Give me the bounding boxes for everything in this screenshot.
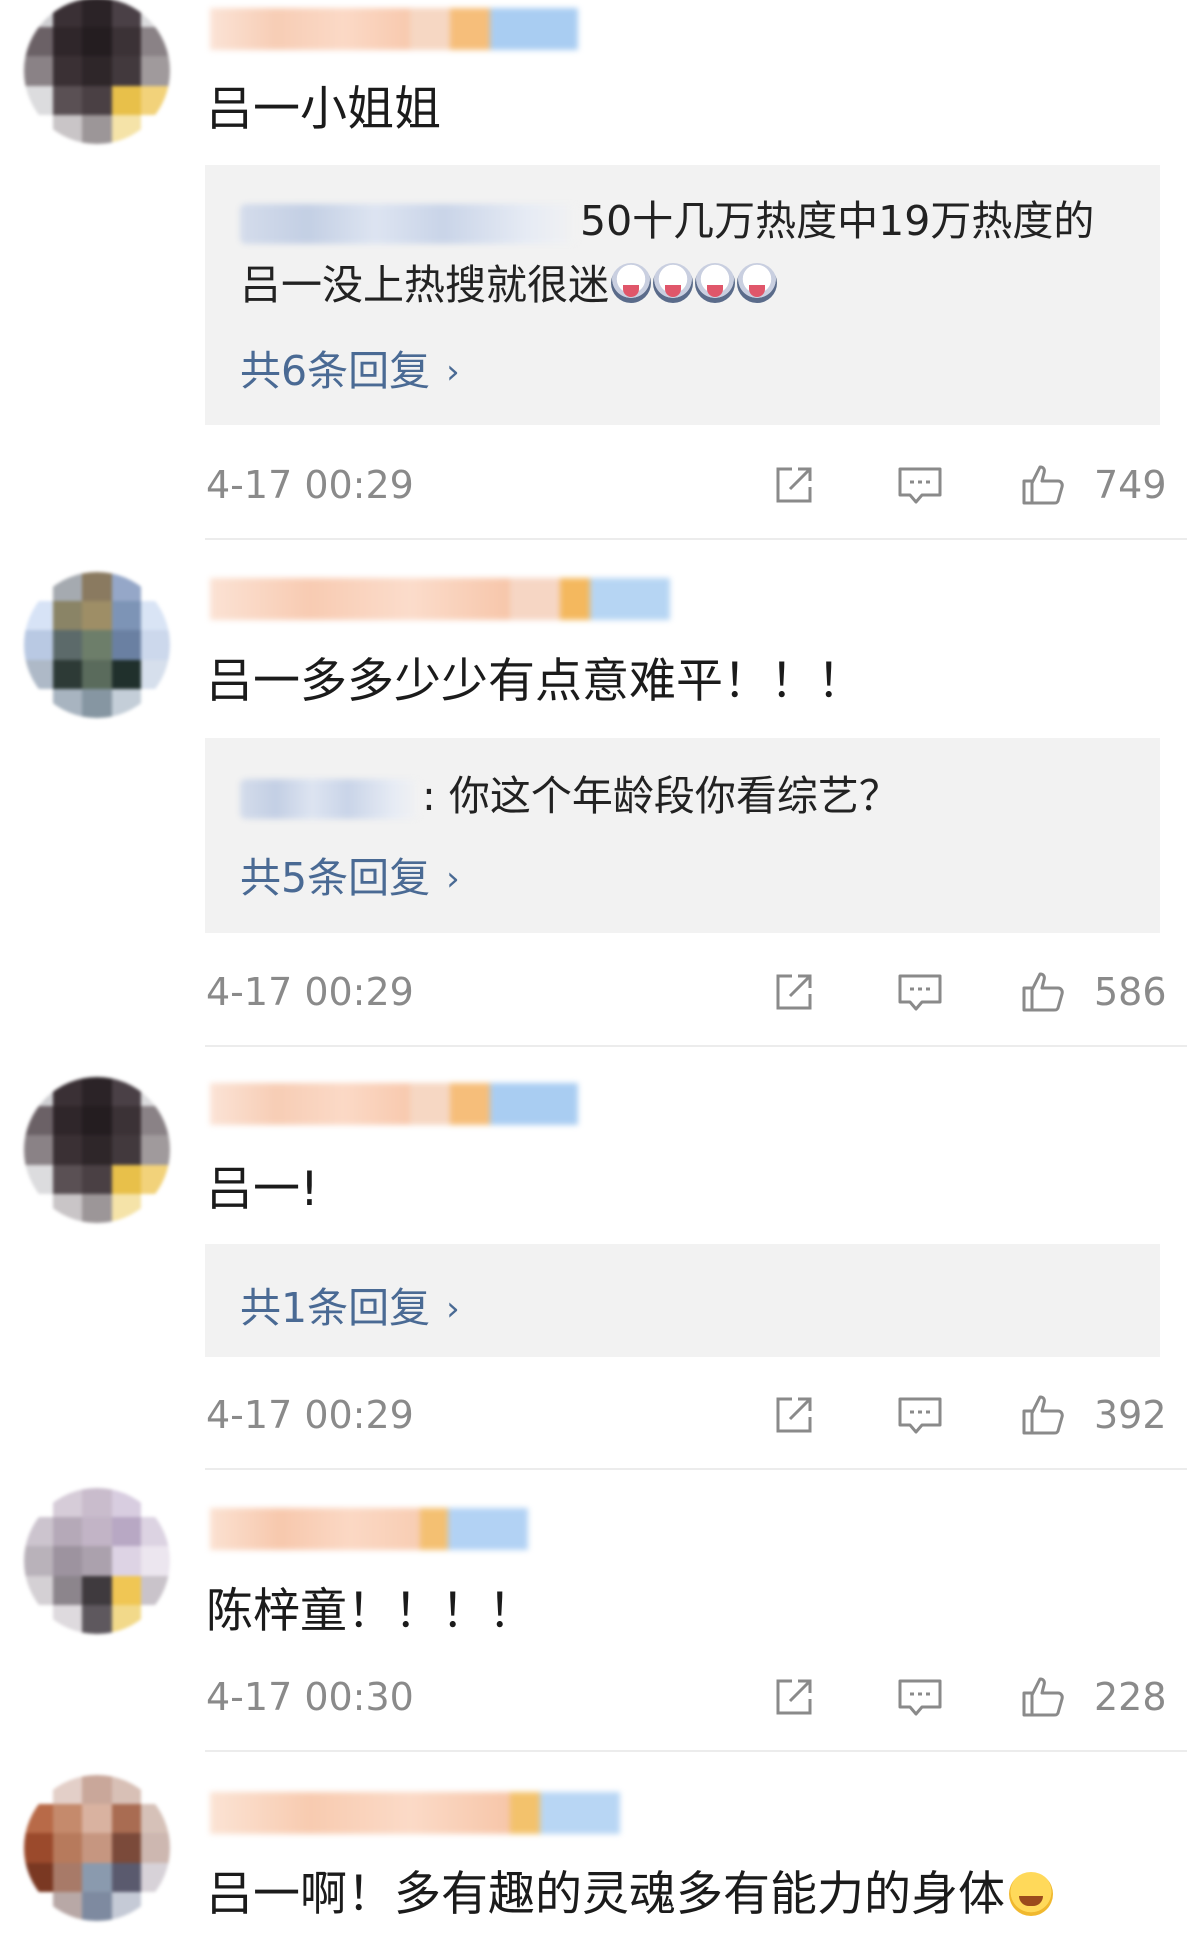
comment-meta: 4-17 00:29 749 [0,455,1187,515]
like-count: 586 [1094,970,1167,1014]
reply-preview-box[interactable]: 50十几万热度中19万热度的 吕一没上热搜就很迷 共6条回复 › [205,165,1160,425]
reply-preview-box[interactable]: 共1条回复 › [205,1244,1160,1357]
comment-icon[interactable] [896,461,944,509]
more-replies-label: 共1条回复 [240,1284,431,1332]
like-count: 228 [1094,1675,1167,1719]
thumbs-up-icon[interactable] [1020,1673,1068,1721]
avatar[interactable] [24,1488,170,1634]
comment-meta: 4-17 00:29 392 [0,1385,1187,1445]
divider [205,1468,1187,1470]
username-blurred[interactable] [210,578,670,620]
share-icon[interactable] [770,461,818,509]
chevron-right-icon: › [446,1289,460,1329]
username-blurred[interactable] [210,1083,578,1125]
chevron-right-icon: › [446,352,460,392]
thumbs-up-icon[interactable] [1020,968,1068,1016]
username-blurred[interactable] [210,1508,528,1550]
panda-emoji-icon [653,263,693,303]
panda-emoji-icon [695,263,735,303]
reply-preview-text: : 你这个年龄段你看综艺？ [422,772,900,820]
reply-preview-box[interactable]: : 你这个年龄段你看综艺？ 共5条回复 › [205,738,1160,933]
comment-icon[interactable] [896,1673,944,1721]
like-count: 749 [1094,463,1167,507]
reply-username-blurred[interactable] [240,204,578,244]
share-icon[interactable] [770,1391,818,1439]
comment-text: 吕一啊！多有趣的灵魂多有能力的身体 [206,1865,1053,1925]
more-replies-label: 共5条回复 [240,854,431,902]
chevron-right-icon: › [446,859,460,899]
avatar[interactable] [24,0,170,144]
username-blurred[interactable] [210,1792,620,1834]
divider [205,1045,1187,1047]
divider [205,1750,1187,1752]
more-replies-label: 共6条回复 [240,347,431,395]
reply-preview-line: 50十几万热度中19万热度的 [240,195,1094,247]
share-icon[interactable] [770,1673,818,1721]
comment-text: 陈梓童！！！！ [206,1584,535,1639]
avatar[interactable] [24,1775,170,1921]
more-replies-link[interactable]: 共6条回复 › [240,337,460,397]
share-icon[interactable] [770,968,818,1016]
comment-text-content: 吕一啊！多有趣的灵魂多有能力的身体 [206,1867,1005,1922]
panda-emoji-icon [611,263,651,303]
comment-text: 吕一多多少少有点意难平！！！ [206,654,864,709]
comment-meta: 4-17 00:29 586 [0,962,1187,1022]
username-blurred[interactable] [210,8,578,50]
reply-preview-line: : 你这个年龄段你看综艺？ [240,770,900,822]
avatar[interactable] [24,1077,170,1223]
comment-text: 吕一小姐姐 [206,82,441,137]
reply-preview-text: 吕一没上热搜就很迷 [240,261,609,309]
like-count: 392 [1094,1393,1167,1437]
comment-icon[interactable] [896,968,944,1016]
more-replies-link[interactable]: 共5条回复 › [240,844,460,904]
thumbs-up-icon[interactable] [1020,1391,1068,1439]
reply-preview-text: 50十几万热度中19万热度的 [580,197,1095,245]
divider [205,538,1187,540]
timestamp: 4-17 00:29 [206,463,414,507]
thumbs-up-icon[interactable] [1020,461,1068,509]
laughing-crying-emoji-icon [1009,1872,1053,1916]
reply-username-blurred[interactable] [240,779,420,819]
comment-text: 吕一! [206,1162,319,1217]
reply-preview-line: 吕一没上热搜就很迷 [240,259,777,311]
avatar[interactable] [24,572,170,718]
timestamp: 4-17 00:29 [206,1393,414,1437]
comment-meta: 4-17 00:30 228 [0,1667,1187,1727]
timestamp: 4-17 00:29 [206,970,414,1014]
comment-icon[interactable] [896,1391,944,1439]
more-replies-link[interactable]: 共1条回复 › [240,1274,460,1334]
timestamp: 4-17 00:30 [206,1675,414,1719]
panda-emoji-icon [737,263,777,303]
